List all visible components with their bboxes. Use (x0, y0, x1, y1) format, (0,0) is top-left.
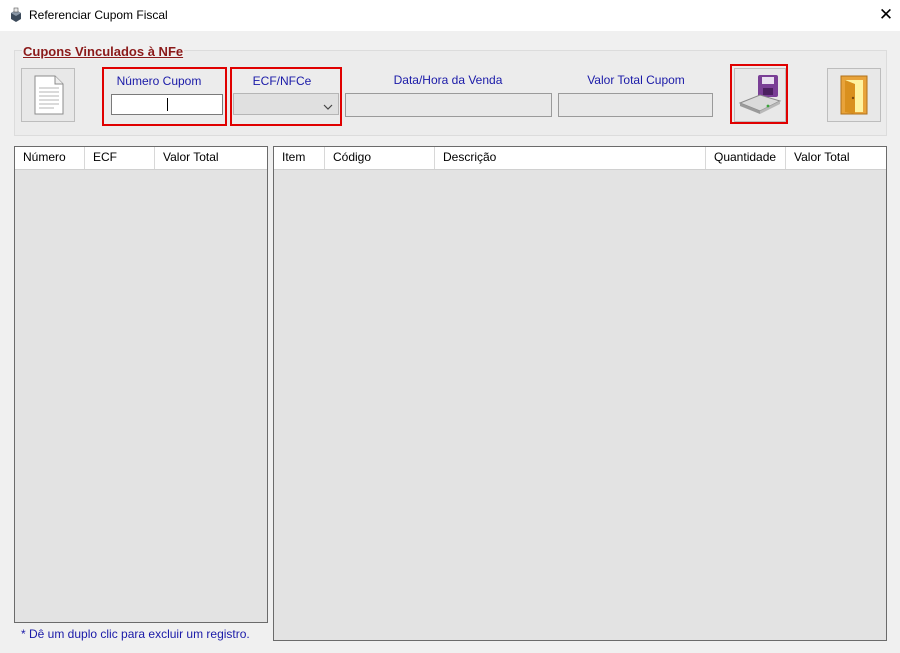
close-button[interactable]: ✕ (872, 0, 900, 31)
document-icon (34, 75, 64, 118)
new-document-button[interactable] (21, 68, 75, 122)
chevron-down-icon (323, 100, 333, 114)
group-title: Cupons Vinculados à NFe (22, 44, 185, 59)
col-valor-total-item[interactable]: Valor Total (786, 147, 886, 169)
door-exit-icon (839, 75, 869, 118)
numero-cupom-label: Número Cupom (116, 74, 202, 88)
col-codigo[interactable]: Código (325, 147, 435, 169)
cupons-grid[interactable]: Número ECF Valor Total (14, 146, 268, 623)
col-numero[interactable]: Número (15, 147, 85, 169)
text-caret (167, 98, 168, 111)
col-ecf[interactable]: ECF (85, 147, 155, 169)
title-bar: Referenciar Cupom Fiscal ✕ (0, 0, 900, 31)
window-title: Referenciar Cupom Fiscal (29, 8, 168, 22)
delete-hint-text: * Dê um duplo clic para excluir um regis… (21, 627, 250, 641)
itens-grid-header: Item Código Descrição Quantidade Valor T… (274, 147, 886, 170)
printer-icon (8, 7, 24, 23)
itens-grid[interactable]: Item Código Descrição Quantidade Valor T… (273, 146, 887, 641)
floppy-disk-icon (738, 73, 782, 118)
ecf-nfce-select[interactable] (233, 93, 339, 115)
valor-total-cupom-field (558, 93, 713, 117)
cupons-grid-header: Número ECF Valor Total (15, 147, 267, 170)
col-item[interactable]: Item (274, 147, 325, 169)
data-hora-label: Data/Hora da Venda (393, 73, 503, 87)
col-valor-total[interactable]: Valor Total (155, 147, 267, 169)
col-quantidade[interactable]: Quantidade (706, 147, 786, 169)
save-button[interactable] (734, 68, 786, 122)
valor-total-cupom-label: Valor Total Cupom (587, 73, 685, 87)
exit-button[interactable] (827, 68, 881, 122)
col-descricao[interactable]: Descrição (435, 147, 706, 169)
ecf-nfce-label: ECF/NFCe (252, 74, 312, 88)
numero-cupom-input[interactable] (111, 94, 223, 115)
data-hora-field (345, 93, 552, 117)
